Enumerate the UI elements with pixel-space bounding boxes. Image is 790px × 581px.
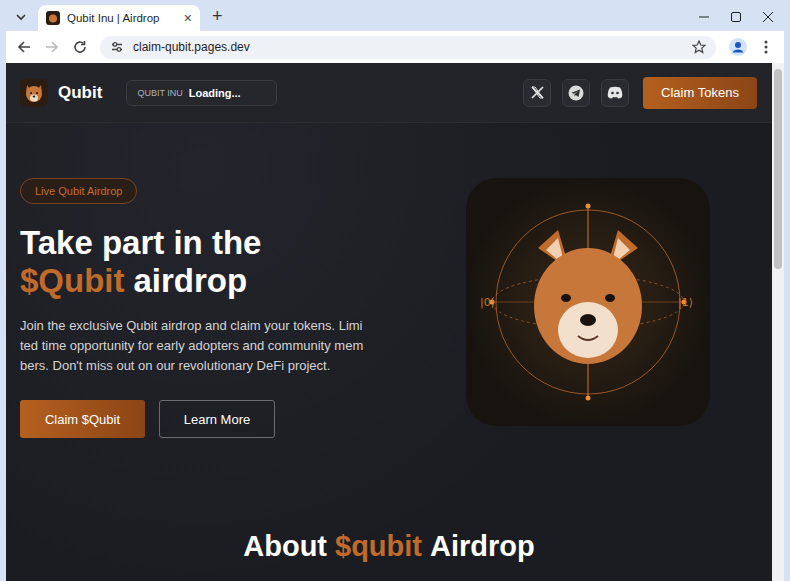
state-label: |0⟩ xyxy=(480,296,495,309)
hero-title: Take part in the$Qubitairdrop xyxy=(20,224,261,300)
url-text: claim-qubit.pages.dev xyxy=(133,40,683,54)
hero-text: Live Qubit Airdrop Take part in the$Qubit… xyxy=(20,178,365,438)
profile-icon xyxy=(729,38,747,56)
tab-title: Qubit Inu | Airdrop xyxy=(67,12,177,24)
title-highlight: $Qubit xyxy=(20,262,125,299)
about-title: About$qubitAirdrop xyxy=(6,530,772,563)
brand-name: Qubit xyxy=(58,83,102,103)
tab-bar: Qubit Inu | Airdrop × + xyxy=(6,0,784,31)
site-settings-icon[interactable] xyxy=(110,40,124,54)
hero-image: |0⟩ |1⟩ xyxy=(466,178,710,426)
toolbar: claim-qubit.pages.dev xyxy=(6,31,784,63)
ticker-value: Loading... xyxy=(189,87,241,99)
hero-button[interactable]: Learn More xyxy=(159,400,275,438)
logo[interactable]: Qubit xyxy=(20,79,102,107)
chevron-down-icon xyxy=(15,11,27,23)
arrow-right-icon xyxy=(45,40,59,54)
hero-section: Live Qubit Airdrop Take part in the$Qubit… xyxy=(6,123,772,438)
page: Qubit QUBIT INU Loading... Claim Tokens Live… xyxy=(6,63,772,581)
profile-button[interactable] xyxy=(726,35,750,59)
telegram-icon xyxy=(568,85,584,101)
title-rest: airdrop xyxy=(134,262,248,299)
favicon-icon xyxy=(46,11,60,25)
discord-link[interactable] xyxy=(601,79,629,107)
tab-search-button[interactable] xyxy=(10,5,32,29)
title-line: Take part in the xyxy=(20,224,261,262)
discord-icon xyxy=(607,86,623,99)
tab-close-button[interactable]: × xyxy=(184,10,192,26)
reload-icon xyxy=(73,40,87,54)
x-logo-icon xyxy=(531,86,544,99)
live-badge: Live Qubit Airdrop xyxy=(20,178,137,204)
star-icon[interactable] xyxy=(692,40,706,54)
page-viewport: Qubit QUBIT INU Loading... Claim Tokens Live… xyxy=(6,63,784,581)
browser-window: Qubit Inu | Airdrop × + claim-qubit.pages.d… xyxy=(0,0,790,581)
close-window-button[interactable] xyxy=(752,3,784,31)
forward-button[interactable] xyxy=(40,35,64,59)
scrollbar[interactable] xyxy=(772,63,784,581)
about-suffix: Airdrop xyxy=(430,530,535,563)
hero-description: Join the exclusive Qubit airdrop and cla… xyxy=(20,316,365,376)
menu-button[interactable] xyxy=(754,35,778,59)
about-prefix: About xyxy=(243,530,327,563)
more-vert-icon xyxy=(764,40,768,54)
new-tab-button[interactable]: + xyxy=(212,6,223,27)
site-header: Qubit QUBIT INU Loading... Claim Tokens xyxy=(6,63,772,123)
arrow-left-icon xyxy=(17,40,31,54)
hero-actions: Claim $Qubit Learn More xyxy=(20,400,275,438)
state-label: |1⟩ xyxy=(678,296,693,309)
maximize-icon xyxy=(731,12,741,22)
reload-button[interactable] xyxy=(68,35,92,59)
address-bar[interactable]: claim-qubit.pages.dev xyxy=(100,36,716,59)
claim-tokens-button[interactable]: Claim Tokens xyxy=(643,77,757,109)
scrollbar-thumb[interactable] xyxy=(774,69,782,269)
back-button[interactable] xyxy=(12,35,36,59)
qubit-dog-icon: |0⟩ |1⟩ xyxy=(466,178,710,426)
x-link[interactable] xyxy=(523,79,551,107)
hero-button[interactable]: Claim $Qubit xyxy=(20,400,145,438)
ticker-label: QUBIT INU xyxy=(137,88,182,98)
minimize-icon xyxy=(699,12,709,22)
telegram-link[interactable] xyxy=(562,79,590,107)
title-line: $Qubitairdrop xyxy=(20,262,261,300)
maximize-button[interactable] xyxy=(720,3,752,31)
dog-logo-icon xyxy=(20,79,48,107)
price-ticker: QUBIT INU Loading... xyxy=(126,80,277,106)
minimize-button[interactable] xyxy=(688,3,720,31)
close-icon xyxy=(763,12,773,22)
about-highlight: $qubit xyxy=(335,530,422,563)
browser-tab[interactable]: Qubit Inu | Airdrop × xyxy=(38,5,200,31)
